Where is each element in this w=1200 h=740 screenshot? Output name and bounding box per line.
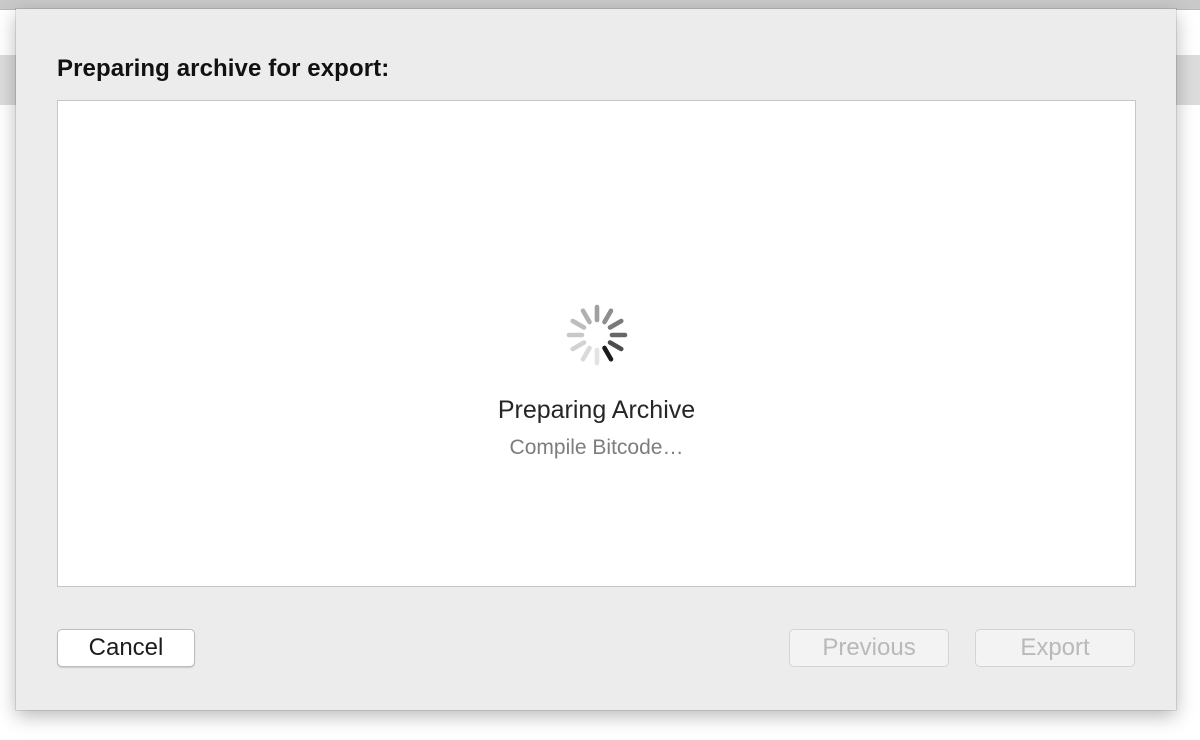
progress-panel: Preparing Archive Compile Bitcode… — [57, 100, 1136, 587]
progress-spinner-icon — [566, 304, 628, 366]
export-button[interactable]: Export — [975, 629, 1135, 667]
status-subtitle: Compile Bitcode… — [509, 436, 684, 459]
status-title: Preparing Archive — [497, 396, 696, 424]
background-toolbar-left — [0, 55, 16, 105]
sheet-title: Preparing archive for export: — [57, 55, 390, 82]
export-sheet: Preparing archive for export: Preparing … — [16, 9, 1176, 710]
background-toolbar-right — [1176, 55, 1200, 105]
previous-button[interactable]: Previous — [789, 629, 949, 667]
cancel-button[interactable]: Cancel — [57, 629, 195, 667]
